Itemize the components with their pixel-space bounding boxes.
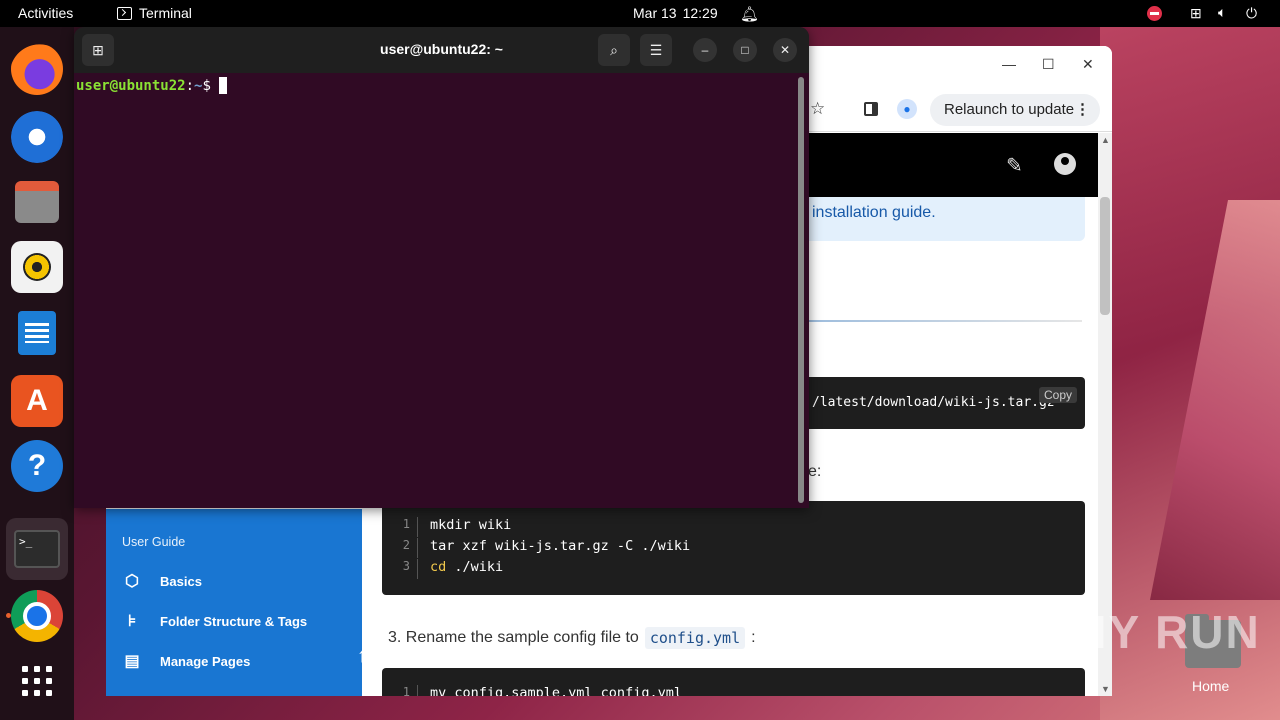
help-icon[interactable]: ? xyxy=(11,440,63,492)
nav-item-label: Basics xyxy=(160,573,202,589)
step-3-text: 3. Rename the sample config file to conf… xyxy=(388,627,756,649)
shell-prompt: user@ubuntu22:~$ xyxy=(76,77,228,94)
thunderbird-icon[interactable] xyxy=(11,111,63,163)
app-menu-label: Terminal xyxy=(139,5,192,21)
code-rest: tar xzf wiki-js.tar.gz -C ./wiki xyxy=(430,538,691,554)
step-3-label: 3. Rename the sample config file to xyxy=(388,629,639,646)
scroll-down-icon[interactable]: ▼ xyxy=(1101,684,1110,694)
code-line: 3 cd ./wiki xyxy=(382,559,1085,579)
nav-item-label: Folder Structure & Tags xyxy=(160,613,308,629)
nav-item-basics[interactable]: ⬡ Basics xyxy=(122,571,202,591)
code-text: /latest/download/wiki-js.tar.gz xyxy=(812,395,1055,410)
code-text: cd ./wiki xyxy=(430,559,503,575)
prompt-separator: : xyxy=(185,78,195,94)
line-number: 1 xyxy=(402,685,410,696)
code-block: 1 mv config.sample.yml config.yml xyxy=(382,668,1085,696)
time-label: 12:29 xyxy=(682,5,718,21)
code-block: 1 mkdir wiki 2 tar xzf wiki-js.tar.gz -C… xyxy=(382,501,1085,595)
scroll-top-arrow-icon[interactable]: ↑ xyxy=(348,645,376,673)
app-center-icon[interactable]: A xyxy=(11,375,63,427)
menu-icon[interactable]: ☰ xyxy=(640,34,672,66)
dock: A ? >_ xyxy=(0,27,74,720)
maximize-icon[interactable]: □ xyxy=(733,38,757,62)
cube-icon: ⬡ xyxy=(125,573,139,590)
line-number: 3 xyxy=(402,559,410,573)
maximize-icon[interactable]: ☐ xyxy=(1042,56,1055,73)
more-vert-icon[interactable]: ⋮ xyxy=(1075,100,1090,118)
copy-button[interactable]: Copy xyxy=(1038,387,1077,403)
inline-code: config.yml xyxy=(644,627,746,649)
activities-button[interactable]: Activities xyxy=(18,5,73,21)
file-tree-icon: ⊧ xyxy=(127,613,137,630)
search-icon[interactable]: ⌕ xyxy=(598,34,630,66)
scroll-thumb[interactable] xyxy=(1100,197,1110,315)
code-text: tar xzf wiki-js.tar.gz -C ./wiki xyxy=(430,538,690,554)
date-label: Mar 13 xyxy=(633,5,677,21)
files-icon[interactable] xyxy=(15,181,59,223)
bookmark-star-icon[interactable]: ☆ xyxy=(810,99,825,119)
network-icon[interactable]: ⊞ xyxy=(1190,5,1202,22)
terminal-icon xyxy=(117,6,132,20)
home-folder-label[interactable]: Home xyxy=(1192,678,1229,694)
terminal-headerbar: ⊞ user@ubuntu22: ~ ⌕ ☰ – □ ✕ xyxy=(74,27,809,73)
power-icon[interactable]: ⏻ xyxy=(1246,5,1257,22)
watermark-logo: ANY RUN xyxy=(1038,606,1261,658)
nav-item-folder-structure[interactable]: ⊧ Folder Structure & Tags xyxy=(122,611,307,631)
minimize-icon[interactable]: – xyxy=(693,38,717,62)
writer-icon[interactable] xyxy=(18,311,56,355)
code-text: mv config.sample.yml config.yml xyxy=(430,685,682,696)
terminal-body[interactable]: user@ubuntu22:~$ xyxy=(74,73,809,508)
code-rest: ./wiki xyxy=(446,559,504,575)
paragraph-text: e: xyxy=(808,463,822,480)
edit-page-icon[interactable]: ✎ xyxy=(1006,153,1023,178)
app-menu[interactable]: Terminal xyxy=(117,5,192,21)
scroll-up-icon[interactable]: ▲ xyxy=(1101,135,1110,145)
info-link[interactable]: installation guide. xyxy=(812,204,936,221)
text-cursor xyxy=(219,77,228,94)
prompt-symbol: $ xyxy=(202,78,211,94)
step-3-colon: : xyxy=(751,629,756,646)
account-icon[interactable] xyxy=(1054,153,1076,175)
profile-icon[interactable]: ● xyxy=(897,99,917,119)
nav-item-manage-pages[interactable]: ▤ Manage Pages xyxy=(122,651,250,671)
line-number: 1 xyxy=(402,517,410,531)
prompt-user: user@ubuntu22 xyxy=(76,78,186,94)
terminal-scrollbar[interactable] xyxy=(798,77,804,503)
terminal-window: ⊞ user@ubuntu22: ~ ⌕ ☰ – □ ✕ user@ubuntu… xyxy=(74,27,809,508)
close-icon[interactable]: ✕ xyxy=(1082,56,1094,73)
clock[interactable]: Mar 13 12:29 xyxy=(633,5,718,21)
nav-section-header: User Guide xyxy=(122,535,186,549)
volume-icon[interactable]: 🔈︎ xyxy=(1218,4,1226,21)
code-line: 2 tar xzf wiki-js.tar.gz -C ./wiki xyxy=(382,538,1085,558)
code-line: 1 mkdir wiki xyxy=(382,517,1085,537)
show-apps-icon[interactable] xyxy=(11,655,63,707)
bell-icon[interactable]: 🔔︎ xyxy=(740,5,759,23)
code-rest: mkdir wiki xyxy=(430,517,512,533)
relaunch-label: Relaunch to update xyxy=(944,101,1075,118)
chrome-icon[interactable] xyxy=(11,590,63,642)
firefox-icon[interactable] xyxy=(11,43,63,95)
side-panel-icon[interactable] xyxy=(864,102,878,116)
code-text: mkdir wiki xyxy=(430,517,511,533)
close-icon[interactable]: ✕ xyxy=(773,38,797,62)
sidebar-nav: User Guide ⬡ Basics ⊧ Folder Structure &… xyxy=(106,509,362,696)
record-indicator-icon[interactable] xyxy=(1147,6,1162,21)
code-line: 1 mv config.sample.yml config.yml xyxy=(382,685,1085,696)
document-icon: ▤ xyxy=(124,653,140,670)
rhythmbox-icon[interactable] xyxy=(11,241,63,293)
nav-item-label: Manage Pages xyxy=(160,653,251,669)
code-keyword: cd xyxy=(430,559,447,575)
top-bar: Activities Terminal Mar 13 12:29 🔔︎ ⊞ 🔈︎… xyxy=(0,0,1280,27)
minimize-icon[interactable]: — xyxy=(1002,56,1016,72)
relaunch-button[interactable]: Relaunch to update ⋮ xyxy=(930,94,1100,126)
terminal-dock-icon[interactable]: >_ xyxy=(6,518,68,580)
line-number: 2 xyxy=(402,538,410,552)
